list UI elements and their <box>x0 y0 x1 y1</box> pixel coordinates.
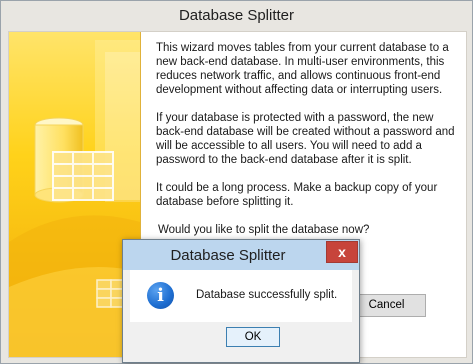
split-question: Would you like to split the database now… <box>158 224 370 236</box>
intro-paragraph: This wizard moves tables from your curre… <box>156 42 449 96</box>
database-illustration-icon <box>9 40 140 357</box>
information-icon: i <box>147 282 174 309</box>
title-bar[interactable]: Database Splitter <box>1 1 472 31</box>
close-icon[interactable]: x <box>326 241 358 263</box>
ok-button[interactable]: OK <box>226 327 280 347</box>
window-title: Database Splitter <box>178 7 295 24</box>
dialog-title: Database Splitter <box>170 247 286 264</box>
success-message: Database successfully split. <box>196 289 338 301</box>
backup-paragraph: It could be a long process. Make a backu… <box>156 182 438 208</box>
password-paragraph: If your database is protected with a pas… <box>156 112 455 166</box>
dialog-title-bar[interactable]: Database Splitter x <box>123 240 359 270</box>
wizard-description: This wizard moves tables from your curre… <box>156 41 456 251</box>
dialog-body: i Database successfully split. OK <box>130 270 352 354</box>
message-area: i Database successfully split. <box>130 270 352 322</box>
success-message-dialog: Database Splitter x i Database successfu… <box>122 239 360 363</box>
